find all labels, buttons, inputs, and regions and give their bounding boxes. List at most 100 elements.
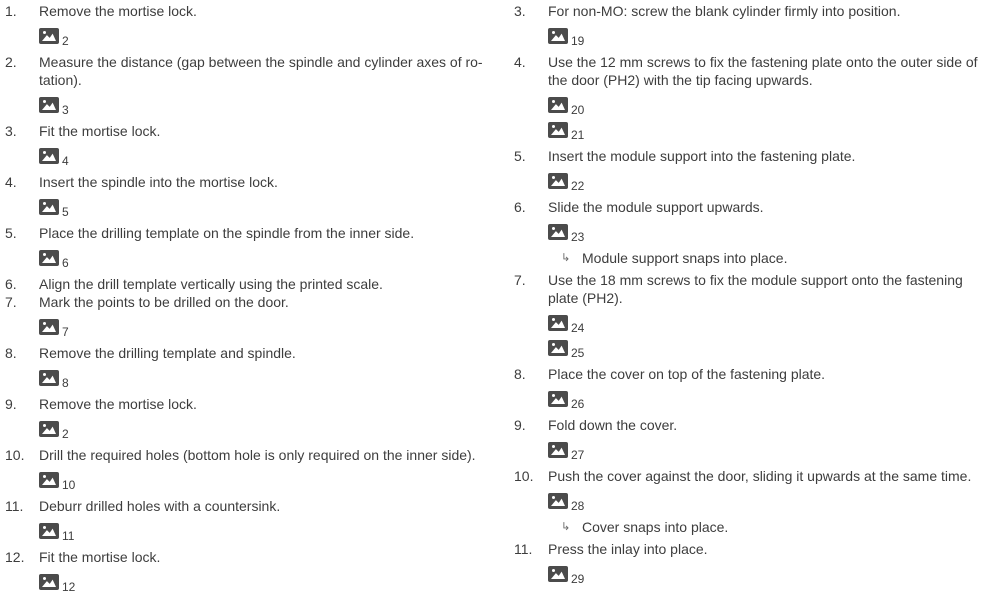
step-number: 11. bbox=[514, 541, 533, 557]
image-placeholder-icon bbox=[39, 148, 59, 164]
step-body: Remove the mortise lock. 2 bbox=[39, 395, 505, 446]
figure-reference: 27 bbox=[548, 442, 1002, 462]
step-number: 3. bbox=[5, 123, 17, 139]
image-placeholder-icon bbox=[548, 173, 568, 189]
figure-reference: 29 bbox=[548, 566, 1002, 586]
step-body: Remove the mortise lock. 2 bbox=[39, 2, 505, 53]
figure-number: 26 bbox=[571, 397, 585, 411]
figure-number: 7 bbox=[62, 325, 69, 339]
figure-reference: 26 bbox=[548, 391, 1002, 411]
step-body: Insert the module support into the faste… bbox=[548, 147, 1002, 198]
step-text: Measure the distance (gap between the sp… bbox=[39, 54, 483, 70]
instruction-step: 9. Fold down the cover. 27 bbox=[514, 416, 1002, 467]
image-placeholder-icon bbox=[39, 421, 59, 437]
step-text: tation). bbox=[39, 72, 82, 88]
instruction-step: 8. Place the cover on top of the fastenin… bbox=[514, 365, 1002, 416]
instruction-step: 3. Fit the mortise lock. 4 bbox=[5, 122, 505, 173]
figure-number: 27 bbox=[571, 448, 585, 462]
step-text: Remove the drilling template and spindle… bbox=[39, 345, 296, 361]
figure-reference: 8 bbox=[39, 370, 505, 390]
step-body: Place the drilling template on the spind… bbox=[39, 224, 505, 275]
figure-reference: 24 bbox=[548, 315, 1002, 335]
figure-number: 5 bbox=[62, 205, 69, 219]
figure-number: 29 bbox=[571, 572, 585, 586]
figure-number: 8 bbox=[62, 376, 69, 390]
step-number: 2. bbox=[5, 54, 17, 70]
image-placeholder-icon bbox=[39, 97, 59, 113]
step-body: Drill the required holes (bottom hole is… bbox=[39, 446, 505, 497]
step-body: Press the inlay into place. 29 bbox=[548, 540, 1002, 586]
figure-number: 20 bbox=[571, 103, 585, 117]
figure-reference: 10 bbox=[39, 472, 505, 491]
result-text: Cover snaps into place. bbox=[582, 519, 729, 535]
right-instruction-column: 3. For non-MO: screw the blank cylinder f… bbox=[514, 2, 1002, 586]
step-number: 8. bbox=[514, 366, 526, 382]
step-number: 4. bbox=[514, 54, 526, 70]
instruction-step: 8. Remove the drilling template and spind… bbox=[5, 344, 505, 395]
image-placeholder-icon bbox=[39, 319, 59, 335]
image-placeholder-icon bbox=[548, 224, 568, 240]
instruction-step: 11. Press the inlay into place. 29 bbox=[514, 540, 1002, 586]
step-text: Insert the module support into the faste… bbox=[548, 148, 856, 164]
figure-number: 24 bbox=[571, 321, 585, 335]
step-text: For non-MO: screw the blank cylinder fir… bbox=[548, 3, 901, 19]
step-number: 9. bbox=[514, 417, 526, 433]
image-placeholder-icon bbox=[548, 493, 568, 509]
figure-number: 23 bbox=[571, 230, 585, 244]
figure-reference: 6 bbox=[39, 250, 505, 270]
step-body: Insert the spindle into the mortise lock… bbox=[39, 173, 505, 224]
image-placeholder-icon bbox=[39, 574, 59, 590]
step-text: Press the inlay into place. bbox=[548, 541, 708, 557]
step-body: Use the 18 mm screws to fix the module s… bbox=[548, 271, 1002, 365]
step-body: Place the cover on top of the fastening … bbox=[548, 365, 1002, 416]
figure-reference: 23 bbox=[548, 224, 1002, 244]
step-text: Remove the mortise lock. bbox=[39, 396, 197, 412]
image-placeholder-icon bbox=[39, 199, 59, 215]
image-placeholder-icon bbox=[548, 391, 568, 407]
instruction-page: 1. Remove the mortise lock. 2 2. Measure the… bbox=[0, 0, 1004, 597]
step-body: Fit the mortise lock. 12 bbox=[39, 548, 505, 593]
figure-number: 22 bbox=[571, 179, 585, 193]
step-number: 10. bbox=[5, 447, 25, 463]
instruction-step: 4. Use the 12 mm screws to fix the fasten… bbox=[514, 53, 1002, 147]
figure-number: 3 bbox=[62, 103, 69, 117]
image-placeholder-icon bbox=[548, 340, 568, 356]
image-placeholder-icon bbox=[548, 28, 568, 44]
figure-reference: 5 bbox=[39, 199, 505, 219]
figure-number: 6 bbox=[62, 256, 69, 270]
step-text: Mark the points to be drilled on the doo… bbox=[39, 294, 289, 310]
step-text: Drill the required holes (bottom hole is… bbox=[39, 447, 476, 463]
instruction-step: 9. Remove the mortise lock. 2 bbox=[5, 395, 505, 446]
result-arrow-icon: ↳ bbox=[561, 251, 571, 264]
step-number: 7. bbox=[514, 272, 526, 288]
step-number: 8. bbox=[5, 345, 17, 361]
step-body: For non-MO: screw the blank cylinder fir… bbox=[548, 2, 1002, 53]
image-placeholder-icon bbox=[548, 315, 568, 331]
figure-reference: 7 bbox=[39, 319, 505, 339]
figure-reference: 2 bbox=[39, 421, 505, 441]
step-body: Slide the module support upwards. 23 ↳ Modu… bbox=[548, 198, 1002, 271]
step-number: 10. bbox=[514, 468, 534, 484]
image-placeholder-icon bbox=[39, 250, 59, 266]
image-placeholder-icon bbox=[548, 442, 568, 458]
step-number: 6. bbox=[5, 276, 17, 292]
step-number: 3. bbox=[514, 3, 526, 19]
step-number: 4. bbox=[5, 174, 17, 190]
instruction-step: 3. For non-MO: screw the blank cylinder f… bbox=[514, 2, 1002, 53]
figure-reference: 12 bbox=[39, 574, 505, 593]
step-number: 9. bbox=[5, 396, 17, 412]
step-text: Align the drill template vertically usin… bbox=[39, 276, 383, 292]
figure-reference: 4 bbox=[39, 148, 505, 167]
step-body: Remove the drilling template and spindle… bbox=[39, 344, 505, 395]
figure-reference: 11 bbox=[39, 523, 505, 542]
image-placeholder-icon bbox=[548, 97, 568, 113]
step-number: 12. bbox=[5, 549, 25, 565]
figure-reference: 21 bbox=[548, 122, 1002, 142]
step-text: Fit the mortise lock. bbox=[39, 123, 161, 139]
image-placeholder-icon bbox=[39, 28, 59, 44]
instruction-step: 10. Drill the required holes (bottom hole… bbox=[5, 446, 505, 497]
step-text: Fit the mortise lock. bbox=[39, 549, 161, 565]
instruction-step: 5. Insert the module support into the fas… bbox=[514, 147, 1002, 198]
figure-number: 21 bbox=[571, 128, 585, 142]
figure-number: 2 bbox=[62, 427, 69, 441]
